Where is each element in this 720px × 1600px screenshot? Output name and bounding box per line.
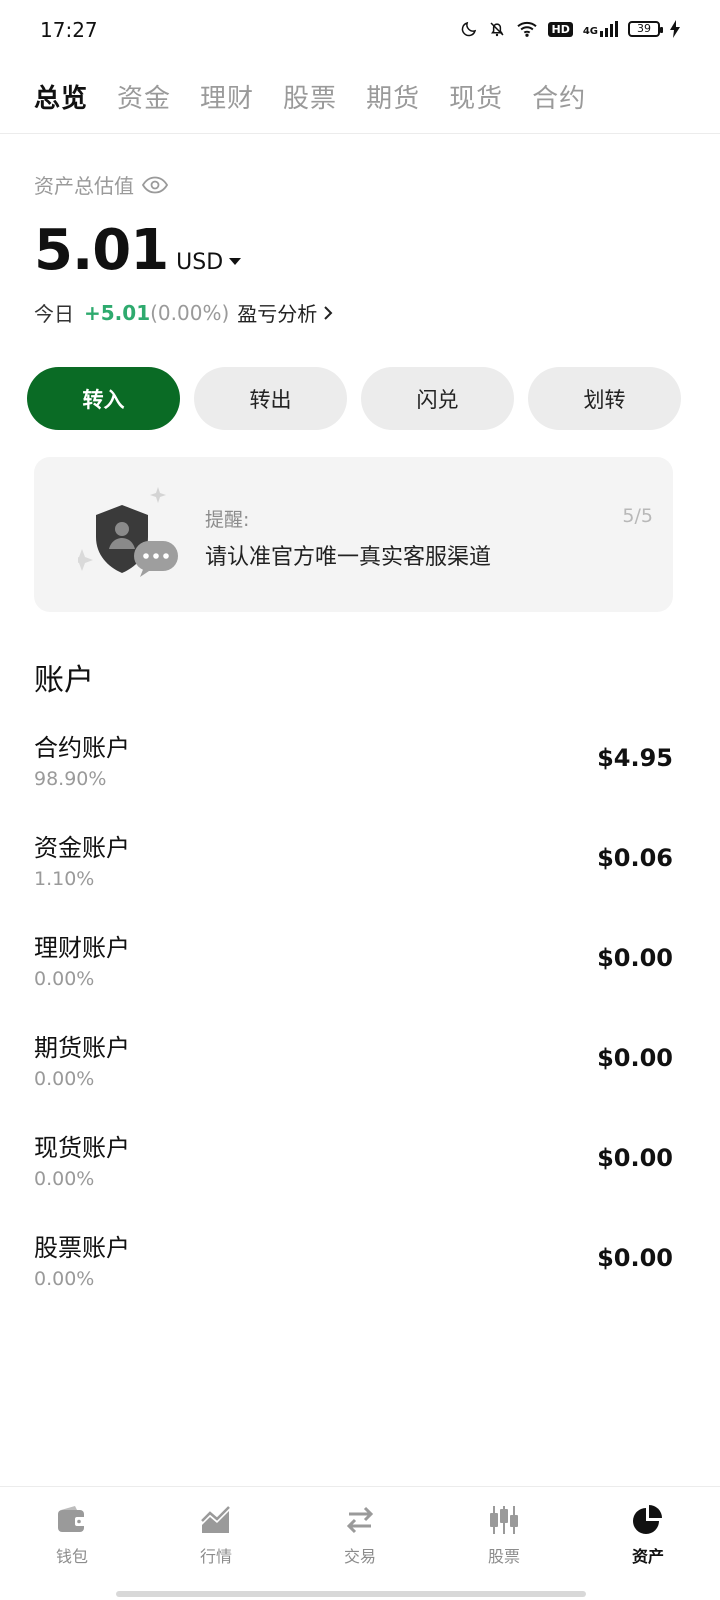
account-row-earn[interactable]: 理财账户 0.00% $0.00: [34, 928, 673, 1028]
nav-label: 行情: [199, 1547, 232, 1566]
signal-bars-icon: [600, 21, 618, 37]
bell-muted-icon: [490, 22, 505, 37]
security-shield-chat-icon: [78, 487, 178, 577]
account-row-spot[interactable]: 现货账户 0.00% $0.00: [34, 1128, 673, 1228]
pie-chart-icon: [633, 1505, 662, 1534]
account-row-contract[interactable]: 合约账户 98.90% $4.95: [34, 728, 673, 828]
tab-contracts[interactable]: 合约: [532, 78, 586, 115]
tab-earn[interactable]: 理财: [200, 78, 254, 115]
action-buttons: 转入 转出 闪兑 划转: [27, 367, 681, 430]
tab-overview[interactable]: 总览: [34, 78, 88, 115]
pnl-today-label: 今日: [34, 302, 74, 326]
swap-arrows-icon: [346, 1506, 374, 1534]
total-assets-label: 资产总估值: [34, 170, 168, 199]
account-percentage: 0.00%: [34, 968, 95, 990]
status-icons: HD 4G 39: [460, 20, 680, 38]
currency-unit-selector[interactable]: USD: [176, 250, 242, 275]
account-row-stocks[interactable]: 股票账户 0.00% $0.00: [34, 1228, 673, 1328]
nav-wallet[interactable]: 钱包: [0, 1487, 144, 1600]
tabs-divider: [0, 133, 720, 134]
withdraw-button[interactable]: 转出: [194, 367, 347, 430]
top-tabs: 总览 资金 理财 股票 期货 现货 合约: [34, 78, 586, 115]
reminder-card[interactable]: 提醒: 请认准官方唯一真实客服渠道 5/5: [34, 457, 673, 612]
nav-label: 钱包: [55, 1547, 88, 1566]
candlestick-icon: [490, 1506, 518, 1534]
account-balance: $0.00: [597, 1244, 673, 1272]
pnl-analysis-link[interactable]: 盈亏分析: [237, 298, 333, 327]
account-name: 现货账户: [34, 1134, 130, 1162]
battery-indicator: 39: [628, 21, 663, 37]
deposit-button[interactable]: 转入: [27, 367, 180, 430]
nav-trade[interactable]: 交易: [288, 1487, 432, 1600]
account-percentage: 98.90%: [34, 768, 107, 790]
account-percentage: 0.00%: [34, 1168, 95, 1190]
account-balance: $0.06: [597, 844, 673, 872]
nav-market[interactable]: 行情: [144, 1487, 288, 1600]
total-assets-row: 5.01 USD: [34, 218, 242, 283]
nav-stocks[interactable]: 股票: [432, 1487, 576, 1600]
charging-bolt-icon: [670, 20, 680, 38]
total-assets-label-text: 资产总估值: [34, 174, 134, 198]
network-type: 4G: [582, 26, 598, 37]
reminder-text: 请认准官方唯一真实客服渠道: [205, 545, 492, 570]
transfer-button[interactable]: 划转: [528, 367, 681, 430]
account-balance: $0.00: [597, 1144, 673, 1172]
pnl-today-value: +5.01: [84, 300, 151, 325]
moon-icon: [462, 21, 477, 37]
pnl-today-pct: (0.00%): [150, 300, 230, 325]
home-indicator: [116, 1591, 586, 1597]
reminder-page-indicator: 5/5: [622, 505, 653, 527]
tab-funding[interactable]: 资金: [117, 78, 171, 115]
nav-label: 股票: [487, 1547, 520, 1566]
accounts-title: 账户: [34, 663, 94, 698]
convert-button[interactable]: 闪兑: [361, 367, 514, 430]
tab-futures[interactable]: 期货: [366, 78, 420, 115]
tab-spot[interactable]: 现货: [449, 78, 503, 115]
tab-stocks[interactable]: 股票: [283, 78, 337, 115]
hd-badge: HD: [548, 21, 573, 37]
account-balance: $4.95: [597, 744, 673, 772]
account-name: 资金账户: [34, 834, 130, 862]
account-list: 合约账户 98.90% $4.95 资金账户 1.10% $0.06 理财账户 …: [34, 728, 673, 1328]
wifi-icon: [517, 21, 538, 37]
status-time: 17:27: [40, 18, 98, 42]
chevron-right-icon: [324, 305, 333, 320]
caret-down-icon: [229, 258, 242, 265]
account-row-funding[interactable]: 资金账户 1.10% $0.06: [34, 828, 673, 928]
account-percentage: 0.00%: [34, 1068, 95, 1090]
pnl-analysis-label: 盈亏分析: [237, 302, 318, 326]
account-row-futures[interactable]: 期货账户 0.00% $0.00: [34, 1028, 673, 1128]
account-balance: $0.00: [597, 944, 673, 972]
eye-icon[interactable]: [142, 176, 168, 194]
account-balance: $0.00: [597, 1044, 673, 1072]
currency-unit: USD: [176, 250, 224, 275]
signal-group: 4G: [583, 21, 618, 37]
account-name: 理财账户: [34, 934, 130, 962]
market-chart-icon: [201, 1506, 230, 1533]
total-assets-value: 5.01: [34, 218, 169, 283]
nav-assets[interactable]: 资产: [576, 1487, 720, 1600]
status-bar: 17:27 HD 4G 39: [0, 0, 720, 64]
wallet-icon: [58, 1506, 86, 1532]
pnl-row: 今日 +5.01 (0.00%) 盈亏分析: [34, 298, 333, 327]
account-percentage: 0.00%: [34, 1268, 95, 1290]
nav-label: 交易: [343, 1547, 376, 1566]
account-name: 合约账户: [34, 734, 130, 762]
bottom-nav: 钱包 行情 交易 股票 资产: [0, 1486, 720, 1600]
reminder-label: 提醒:: [205, 509, 250, 531]
account-percentage: 1.10%: [34, 868, 95, 890]
nav-label: 资产: [631, 1547, 664, 1566]
account-name: 股票账户: [34, 1234, 130, 1262]
account-name: 期货账户: [34, 1034, 130, 1062]
